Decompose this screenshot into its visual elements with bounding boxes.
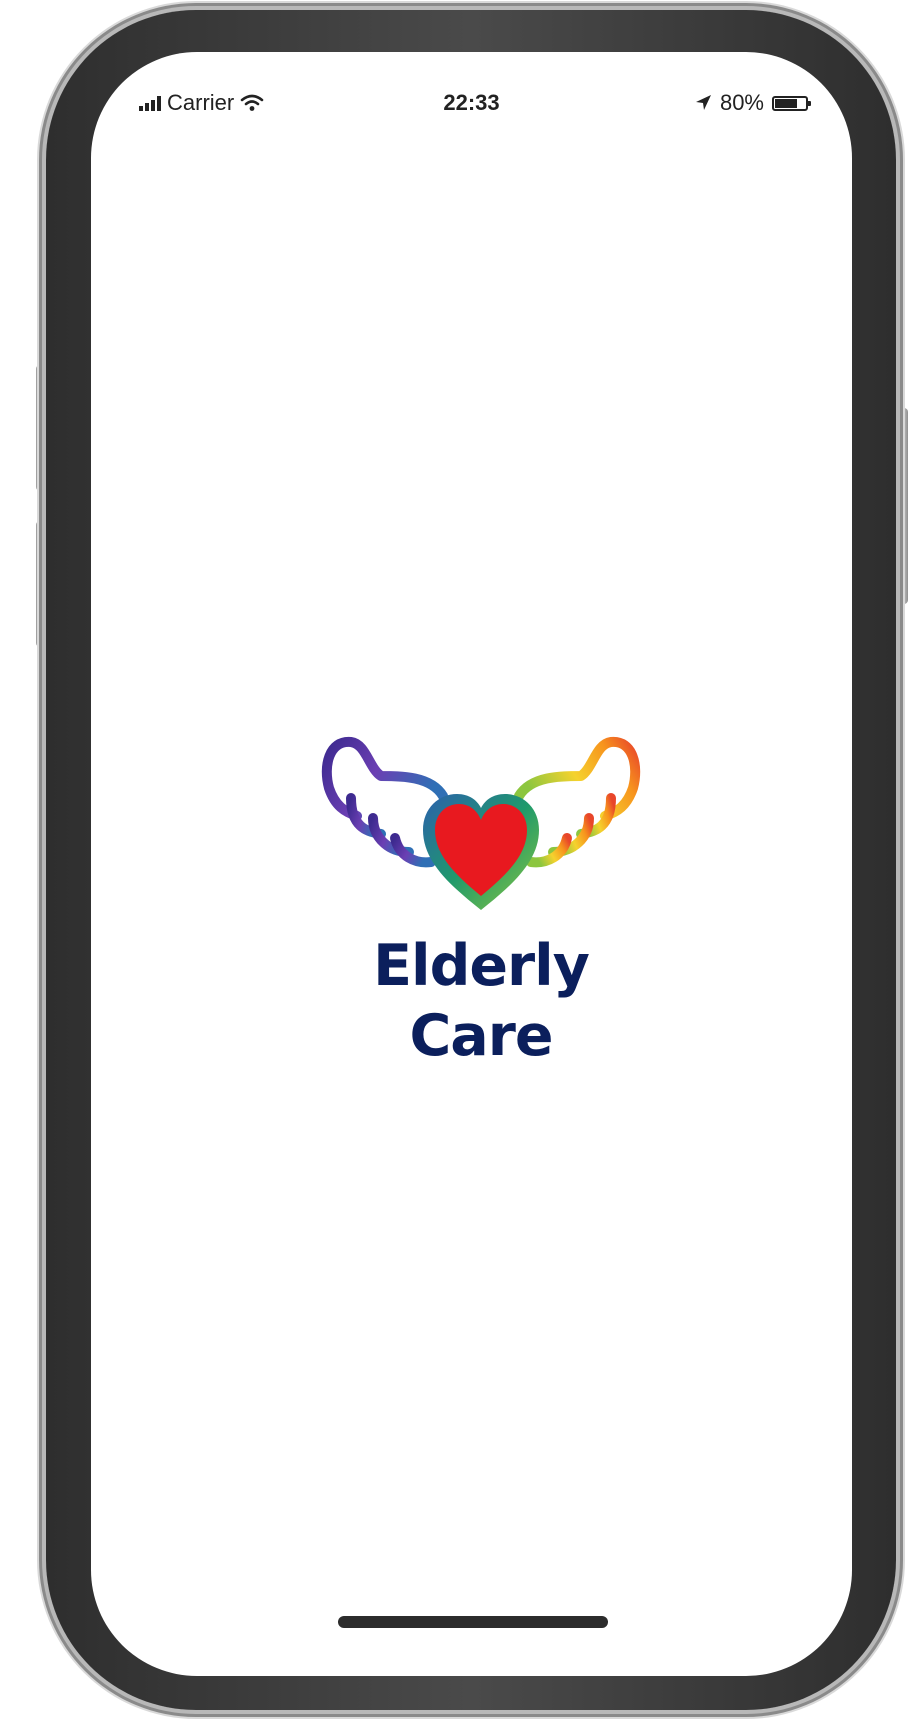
battery-cap <box>808 100 811 106</box>
winged-heart-logo <box>321 737 641 910</box>
home-indicator[interactable] <box>338 1616 608 1628</box>
phone-screen: Carrier 22:33 80% Elderly Care <box>91 52 852 1676</box>
location-arrow-icon <box>695 95 711 110</box>
power-button[interactable] <box>895 408 908 604</box>
app-name: Elderly Care <box>373 933 590 1069</box>
battery-percent: 80% <box>719 90 764 115</box>
status-bar: Carrier 22:33 80% <box>91 86 852 120</box>
splash-logo-group: Elderly Care <box>311 736 651 1069</box>
status-right: 80% <box>694 86 811 120</box>
battery-level-fill <box>775 98 798 108</box>
battery-icon <box>772 95 811 111</box>
